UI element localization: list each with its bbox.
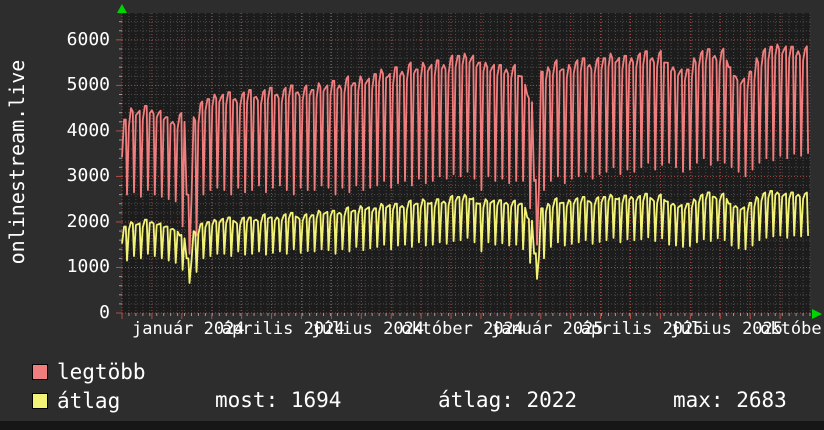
y-tick-label: 4000 (38, 120, 110, 142)
stat-most: most: 1694 (215, 388, 341, 412)
y-tick-label: 6000 (38, 29, 110, 51)
legend-label-atlag: átlag (57, 389, 120, 413)
bottom-strip (0, 421, 824, 430)
legend-swatch-atlag (32, 393, 48, 409)
legend-swatch-legtobb (32, 364, 48, 380)
x-axis-arrow-icon (812, 309, 822, 319)
legend-label-legtobb: legtöbb (57, 360, 146, 384)
stat-atlag: átlag: 2022 (438, 388, 577, 412)
y-tick-label: 2000 (38, 211, 110, 233)
stat-max: max: 2683 (673, 388, 787, 412)
y-tick-label: 5000 (38, 74, 110, 96)
x-tick-label: október 2025 (760, 319, 824, 339)
y-tick-label: 3000 (38, 165, 110, 187)
y-tick-label: 0 (38, 302, 110, 324)
y-axis-arrow-icon (117, 4, 127, 13)
rrd-graph: onlinestream.live 0 1000 2000 3000 4000 5000 6… (0, 0, 824, 430)
y-axis-title: onlinestream.live (5, 42, 29, 282)
y-tick-label: 1000 (38, 256, 110, 278)
